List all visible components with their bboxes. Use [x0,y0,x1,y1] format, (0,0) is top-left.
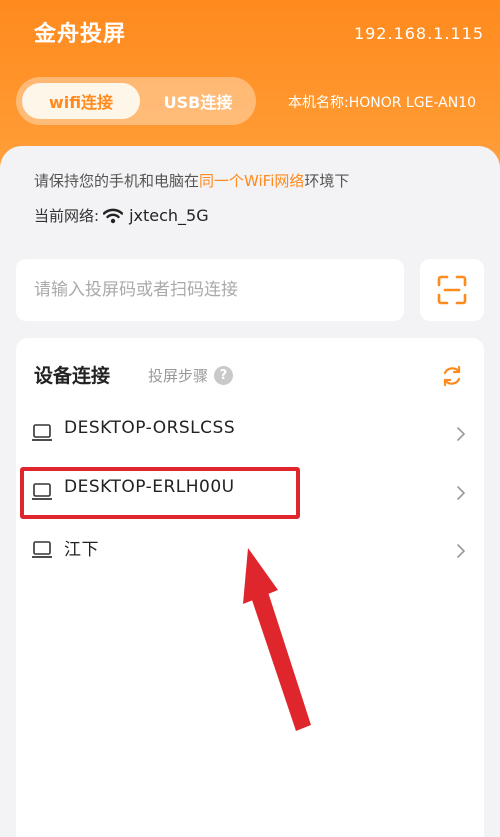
annotation-arrow [243,548,311,731]
